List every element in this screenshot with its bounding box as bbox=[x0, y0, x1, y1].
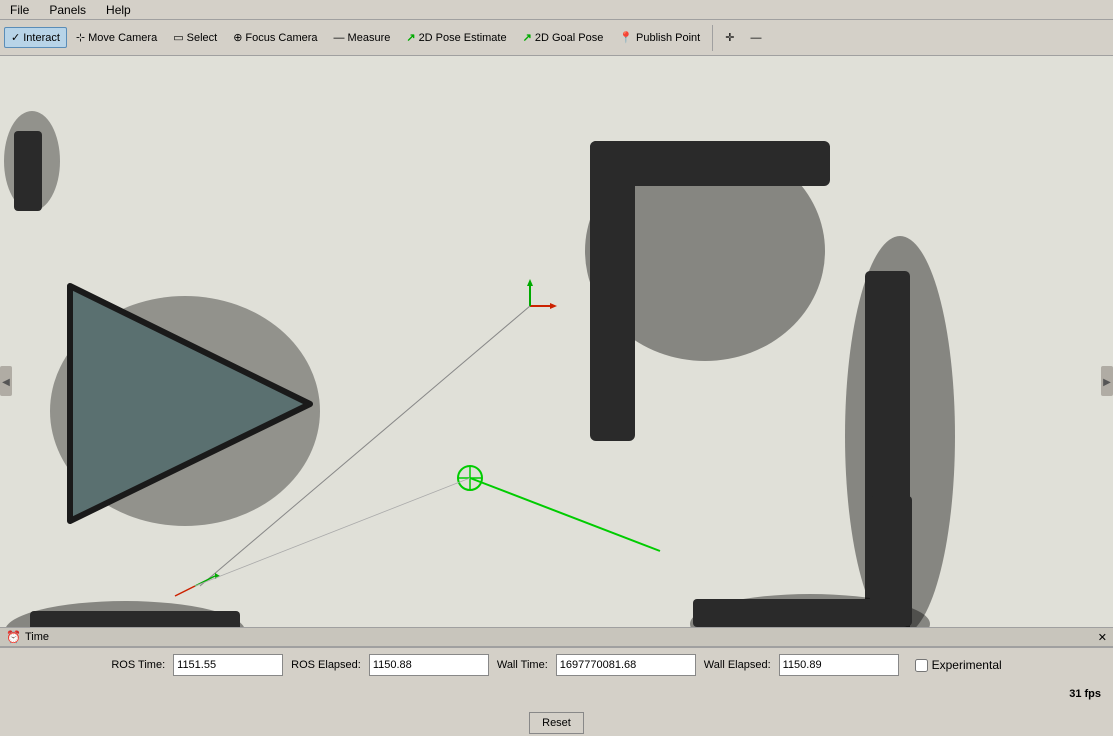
focus-camera-button[interactable]: ⊕ Focus Camera bbox=[226, 27, 324, 48]
fps-display: 31 fps bbox=[1069, 688, 1101, 700]
pose-estimate-label: 2D Pose Estimate bbox=[419, 32, 507, 44]
svg-text:◀: ◀ bbox=[2, 377, 10, 388]
move-camera-label: Move Camera bbox=[88, 32, 157, 44]
wall-time-label: Wall Time: bbox=[497, 659, 548, 671]
move-icon: ⊹ bbox=[76, 31, 85, 44]
toolbar: ✓ Interact ⊹ Move Camera ▭ Select ⊕ Focu… bbox=[0, 20, 1113, 56]
pose-estimate-button[interactable]: ↗ 2D Pose Estimate bbox=[399, 27, 513, 48]
select-label: Select bbox=[187, 32, 218, 44]
menu-file[interactable]: File bbox=[4, 2, 35, 18]
statusbar-close-icon[interactable]: ✕ bbox=[1098, 631, 1107, 644]
measure-label: Measure bbox=[348, 32, 391, 44]
ros-time-input[interactable] bbox=[173, 654, 283, 676]
viewport[interactable]: ◀ ▶ bbox=[0, 56, 1113, 627]
ros-elapsed-input[interactable] bbox=[369, 654, 489, 676]
zoom-out-button[interactable]: — bbox=[743, 28, 768, 48]
move-camera-button[interactable]: ⊹ Move Camera bbox=[69, 27, 164, 48]
select-icon: ▭ bbox=[173, 31, 183, 44]
goal-pose-button[interactable]: ↗ 2D Goal Pose bbox=[516, 27, 611, 48]
wall-time-input[interactable] bbox=[556, 654, 696, 676]
bottombar: ROS Time: ROS Elapsed: Wall Time: Wall E… bbox=[0, 647, 1113, 708]
ros-time-label: ROS Time: bbox=[111, 659, 165, 671]
cursor-icon: ✓ bbox=[11, 31, 20, 44]
reset-label: Reset bbox=[542, 717, 571, 729]
menu-panels[interactable]: Panels bbox=[43, 2, 92, 18]
plus-icon: ✛ bbox=[725, 31, 734, 44]
ruler-icon: — bbox=[334, 32, 345, 44]
interact-label: Interact bbox=[23, 32, 60, 44]
publish-point-button[interactable]: 📍 Publish Point bbox=[612, 27, 707, 48]
pin-red-icon: 📍 bbox=[619, 31, 633, 44]
select-button[interactable]: ▭ Select bbox=[166, 27, 224, 48]
menu-help[interactable]: Help bbox=[100, 2, 137, 18]
svg-text:▶: ▶ bbox=[1103, 377, 1111, 388]
experimental-checkbox[interactable] bbox=[915, 659, 928, 672]
goal-pose-icon: ↗ bbox=[523, 31, 532, 44]
main-canvas: ◀ ▶ bbox=[0, 56, 1113, 627]
minus-icon: — bbox=[750, 32, 761, 44]
ros-elapsed-label: ROS Elapsed: bbox=[291, 659, 361, 671]
statusbar-label: Time bbox=[25, 631, 49, 643]
focus-icon: ⊕ bbox=[233, 31, 242, 44]
publish-point-label: Publish Point bbox=[636, 32, 700, 44]
zoom-in-button[interactable]: ✛ bbox=[718, 27, 741, 48]
statusbar: ⏰ Time ✕ bbox=[0, 627, 1113, 647]
interact-button[interactable]: ✓ Interact bbox=[4, 27, 67, 48]
goal-pose-label: 2D Goal Pose bbox=[535, 32, 603, 44]
focus-camera-label: Focus Camera bbox=[245, 32, 317, 44]
time-icon: ⏰ bbox=[6, 630, 21, 644]
measure-button[interactable]: — Measure bbox=[327, 28, 398, 48]
menubar: File Panels Help bbox=[0, 0, 1113, 20]
toolbar-separator bbox=[712, 25, 713, 51]
experimental-group: Experimental bbox=[915, 658, 1002, 672]
corner-wall bbox=[14, 131, 42, 211]
reset-button[interactable]: Reset bbox=[529, 712, 584, 734]
wall-elapsed-input[interactable] bbox=[779, 654, 899, 676]
pose-estimate-icon: ↗ bbox=[406, 31, 415, 44]
experimental-label: Experimental bbox=[932, 658, 1002, 672]
wall-elapsed-label: Wall Elapsed: bbox=[704, 659, 771, 671]
